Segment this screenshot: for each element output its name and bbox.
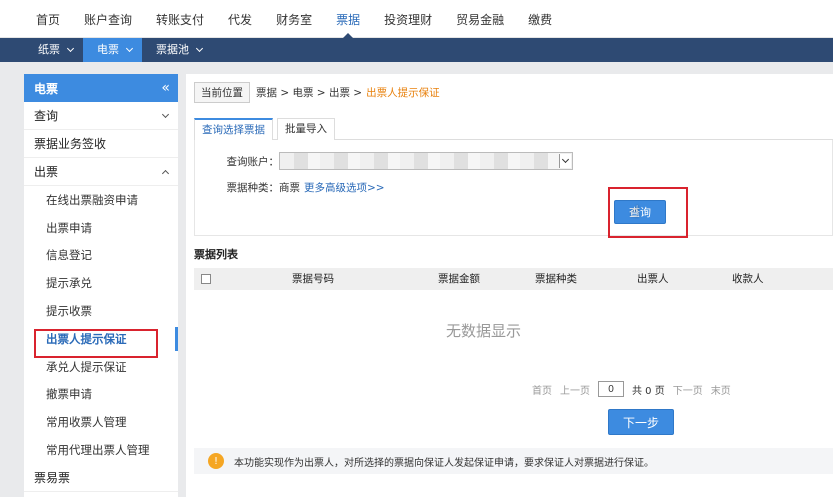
top-nav: 首页 账户查询 转账支付 代发 财务室 票据 投资理财 贸易金融 缴费	[0, 0, 833, 39]
col-drawer: 出票人	[637, 273, 669, 285]
pager-last[interactable]: 末页	[711, 382, 731, 397]
sidebar-group-issue[interactable]: 出票	[24, 158, 178, 186]
sidebar-item-prompt-receive[interactable]: 提示收票	[24, 297, 178, 325]
query-form: 查询账户： 票据种类： 商票 更多高级选项>>	[194, 140, 833, 236]
account-row: 查询账户：	[195, 152, 573, 170]
nav-transfer[interactable]: 转账支付	[144, 0, 216, 38]
chevron-down-icon	[125, 44, 134, 53]
nav-account-query[interactable]: 账户查询	[72, 0, 144, 38]
nav-bills[interactable]: 票据	[324, 0, 372, 39]
sidebar-header: 电票 «	[24, 74, 178, 102]
main-panel: 当前位置 票据 > 电票 > 出票 > 出票人提示保证 查询选择票据 批量导入 …	[186, 74, 833, 497]
bill-type-label: 票据种类：	[226, 182, 280, 194]
sidebar-item-drawer-guarantee[interactable]: 出票人提示保证	[24, 325, 178, 353]
nav-investment[interactable]: 投资理财	[372, 0, 444, 38]
sidebar-item-issue-apply[interactable]: 出票申请	[24, 214, 178, 242]
account-select[interactable]	[279, 152, 573, 170]
pager-next[interactable]: 下一页	[673, 382, 703, 397]
advanced-options-link[interactable]: 更多高级选项>>	[304, 180, 385, 195]
sub-nav: 纸票 电票 票据池	[0, 38, 833, 62]
sidebar-item-bill-exchange[interactable]: 票易票	[24, 464, 178, 492]
breadcrumb-label: 当前位置	[194, 82, 250, 103]
sidebar-group-query[interactable]: 查询	[24, 102, 178, 130]
chevron-up-icon	[161, 169, 170, 177]
tab-batch-import[interactable]: 批量导入	[277, 118, 335, 140]
query-button[interactable]: 查询	[614, 200, 666, 224]
sidebar: 电票 « 查询 票据业务签收 出票 在线出票融资申请 出票申请 信息登记 提示承…	[24, 74, 178, 497]
breadcrumb: 当前位置 票据 > 电票 > 出票 > 出票人提示保证	[194, 82, 440, 103]
sidebar-item-sign[interactable]: 票据业务签收	[24, 130, 178, 158]
sidebar-group-label: 出票	[34, 165, 59, 179]
table-header: 票据号码 票据金额 票据种类 出票人 收款人	[194, 268, 833, 290]
chevron-down-icon	[161, 110, 170, 118]
sidebar-item-agent-drawer-manage[interactable]: 常用代理出票人管理	[24, 436, 178, 464]
col-payee: 收款人	[732, 273, 764, 285]
subnav-label: 票据池	[156, 43, 189, 56]
subnav-e-bill[interactable]: 电票	[83, 38, 142, 62]
nav-payroll[interactable]: 代发	[216, 0, 264, 38]
sidebar-item-acceptor-guarantee[interactable]: 承兑人提示保证	[24, 353, 178, 381]
breadcrumb-current: 出票人提示保证	[366, 87, 440, 99]
col-bill-number: 票据号码	[292, 273, 334, 285]
next-step-button[interactable]: 下一步	[608, 409, 674, 435]
col-bill-amount: 票据金额	[438, 273, 480, 285]
tab-bar: 查询选择票据 批量导入	[194, 118, 833, 140]
collapse-icon[interactable]: «	[161, 80, 170, 96]
account-label: 查询账户：	[226, 155, 280, 168]
subnav-bill-pool[interactable]: 票据池	[142, 38, 212, 62]
chevron-down-icon	[66, 44, 75, 53]
info-tip: ! 本功能实现作为出票人，对所选择的票据向保证人发起保证申请，要求保证人对票据进…	[194, 448, 833, 474]
subnav-label: 纸票	[38, 43, 60, 56]
nav-payments[interactable]: 缴费	[516, 0, 564, 38]
subnav-label: 电票	[97, 43, 119, 56]
pager-total: 共 0 页	[632, 385, 665, 397]
tip-text: 本功能实现作为出票人，对所选择的票据向保证人发起保证申请，要求保证人对票据进行保…	[234, 457, 654, 469]
pager-prev[interactable]: 上一页	[560, 382, 590, 397]
bill-list-title: 票据列表	[194, 248, 238, 261]
pagination: 首页 上一页 共 0 页 下一页 末页	[532, 381, 731, 397]
chevron-down-icon	[195, 44, 204, 53]
empty-state: 无数据显示	[446, 322, 522, 340]
nav-home[interactable]: 首页	[0, 0, 72, 38]
subnav-paper-bill[interactable]: 纸票	[24, 38, 83, 62]
page-number-input[interactable]	[598, 381, 624, 397]
sidebar-item-prompt-accept[interactable]: 提示承兑	[24, 269, 178, 297]
bill-type-value: 商票	[279, 182, 300, 194]
tab-query-select[interactable]: 查询选择票据	[194, 118, 273, 140]
sidebar-group-label: 查询	[34, 109, 59, 123]
select-all-checkbox[interactable]	[201, 274, 211, 284]
pager-first[interactable]: 首页	[532, 382, 552, 397]
sidebar-title: 电票	[34, 81, 59, 96]
sidebar-item-info-register[interactable]: 信息登记	[24, 242, 178, 270]
breadcrumb-path: 票据 > 电票 > 出票 >	[256, 87, 363, 99]
nav-trade-finance[interactable]: 贸易金融	[444, 0, 516, 38]
lightbulb-icon: !	[208, 453, 224, 469]
bill-type-row: 票据种类： 商票 更多高级选项>>	[195, 180, 385, 195]
sidebar-item-online-financing[interactable]: 在线出票融资申请	[24, 186, 178, 214]
col-bill-type: 票据种类	[535, 273, 577, 285]
sidebar-item-withdraw[interactable]: 撤票申请	[24, 381, 178, 409]
nav-finance-room[interactable]: 财务室	[264, 0, 324, 38]
sidebar-item-payee-manage[interactable]: 常用收票人管理	[24, 408, 178, 436]
dropdown-arrow-icon	[559, 154, 571, 168]
